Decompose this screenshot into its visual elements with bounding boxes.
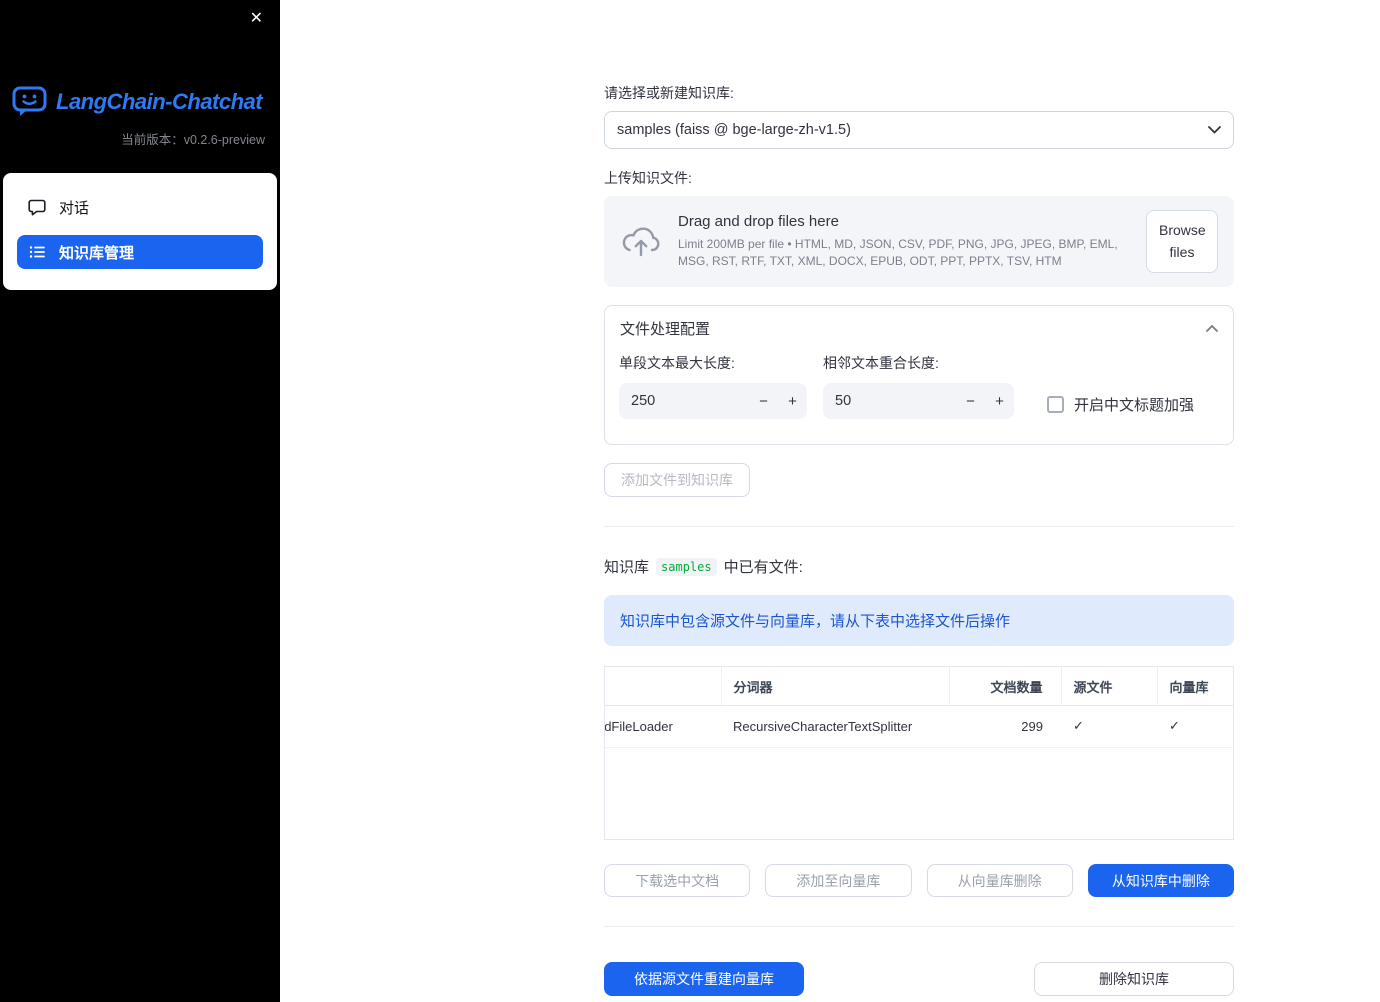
divider — [604, 526, 1234, 528]
sidebar-nav: 对话 知识库管理 — [3, 173, 277, 290]
info-alert: 知识库中包含源文件与向量库，请从下表中选择文件后操作 — [604, 595, 1234, 647]
chunk-overlap-label: 相邻文本重合长度: — [823, 355, 939, 372]
app-version-label: 当前版本：v0.2.6-preview — [121, 133, 265, 147]
chunk-overlap-value[interactable]: 50 — [823, 393, 956, 409]
download-selected-docs-button[interactable]: 下载选中文档 — [604, 864, 751, 898]
dropzone-title: Drag and drop files here — [678, 213, 839, 231]
chat-icon — [28, 198, 46, 216]
table-row[interactable]: UnstructuredFileLoader RecursiveCharacte… — [605, 705, 1233, 748]
upload-label: 上传知识文件: — [604, 170, 692, 186]
divider — [604, 926, 1234, 928]
cell-splitter[interactable]: RecursiveCharacterTextSplitter — [721, 705, 949, 748]
delete-from-vector-store-button[interactable]: 从向量库删除 — [926, 864, 1073, 898]
sidebar: ✕ LangChain-Chatchat 当前版本：v0.2.6-preview… — [0, 0, 280, 1002]
app-logo-text: LangChain-Chatchat — [56, 88, 263, 114]
delete-from-kb-button[interactable]: 从知识库中删除 — [1087, 864, 1234, 898]
file-config-expander: 文件处理配置 单段文本最大长度: 250 − + 相邻文本重合长度: 50 − … — [604, 305, 1234, 446]
delete-kb-column: 删除知识库 — [1034, 962, 1234, 997]
empty-column — [819, 962, 1019, 996]
kb-name-code: samples — [656, 557, 717, 576]
cell-doc-count[interactable]: 299 — [949, 705, 1061, 748]
zh-title-field: 开启中文标题加强 — [1047, 353, 1194, 422]
browse-files-button[interactable]: Browse files — [1146, 210, 1218, 274]
kb-selectbox[interactable]: samples (faiss @ bge-large-zh-v1.5) — [604, 111, 1234, 149]
add-files-to-kb-button[interactable]: 添加文件到知识库 — [604, 463, 750, 498]
zh-title-checkbox-label: 开启中文标题加强 — [1074, 396, 1195, 414]
kb-management-page: 请选择或新建知识库: samples (faiss @ bge-large-zh… — [604, 0, 1234, 997]
chunk-size-value[interactable]: 250 — [619, 393, 749, 409]
cell-loader[interactable]: UnstructuredFileLoader — [605, 705, 721, 748]
existing-files-suffix: 中已有文件: — [723, 559, 803, 577]
chevron-down-icon — [1208, 126, 1221, 134]
chunk-size-increment-button[interactable]: + — [778, 383, 807, 419]
dropzone-limit-text: Limit 200MB per file • HTML, MD, JSON, C… — [678, 237, 1118, 269]
rebuild-vector-store-button[interactable]: 依据源文件重建向量库 — [604, 962, 804, 997]
sidebar-close-icon[interactable]: ✕ — [245, 6, 268, 32]
sidebar-item-label: 对话 — [59, 199, 90, 217]
column-header-doc-count[interactable]: 文档数量 — [949, 667, 1062, 706]
file-dropzone[interactable]: Drag and drop files here Limit 200MB per… — [604, 196, 1234, 288]
sidebar-item-knowledge-base[interactable]: 知识库管理 — [17, 235, 263, 269]
chat-bubble-logo-icon — [12, 86, 48, 117]
main-area: 请选择或新建知识库: samples (faiss @ bge-large-zh… — [280, 0, 1380, 1002]
add-to-vector-store-button[interactable]: 添加至向量库 — [765, 864, 912, 898]
cell-source-file-check[interactable]: ✓ — [1061, 705, 1157, 748]
column-header-source-file[interactable]: 源文件 — [1061, 667, 1158, 706]
chunk-overlap-field: 相邻文本重合长度: 50 − + — [823, 353, 1014, 422]
chunk-size-label: 单段文本最大长度: — [619, 355, 735, 372]
file-action-buttons: 下载选中文档 添加至向量库 从向量库删除 从知识库中删除 — [604, 864, 1234, 898]
zh-title-checkbox[interactable] — [1047, 395, 1064, 413]
zh-title-checkbox-row[interactable]: 开启中文标题加强 — [1047, 386, 1194, 422]
column-header-loader[interactable]: 文档加载器 — [605, 667, 722, 706]
chunk-overlap-decrement-button[interactable]: − — [956, 383, 985, 419]
cell-vector-store-check[interactable]: ✓ — [1157, 705, 1233, 748]
chevron-up-icon — [1206, 325, 1218, 333]
kb-select-label: 请选择或新建知识库: — [604, 85, 734, 101]
cloud-upload-icon — [620, 227, 662, 257]
sidebar-item-label: 知识库管理 — [59, 244, 135, 262]
delete-kb-button[interactable]: 删除知识库 — [1034, 962, 1234, 997]
column-header-splitter[interactable]: 分词器 — [721, 667, 950, 706]
app-logo: LangChain-Chatchat — [0, 86, 280, 117]
chunk-size-field: 单段文本最大长度: 250 − + — [619, 353, 807, 422]
sidebar-item-dialogue[interactable]: 对话 — [17, 190, 263, 224]
chunk-overlap-stepper[interactable]: 50 − + — [823, 383, 1014, 420]
file-config-title: 文件处理配置 — [620, 321, 711, 339]
column-header-vector-store[interactable]: 向量库 — [1157, 667, 1233, 706]
file-config-body: 单段文本最大长度: 250 − + 相邻文本重合长度: 50 − + 开启中文标… — [605, 351, 1233, 444]
file-config-expander-header[interactable]: 文件处理配置 — [605, 306, 1233, 351]
chunk-size-stepper[interactable]: 250 − + — [619, 383, 807, 420]
kb-selectbox-value: samples (faiss @ bge-large-zh-v1.5) — [617, 122, 851, 138]
rebuild-column: 依据源文件重建向量库 — [604, 962, 804, 997]
chunk-overlap-increment-button[interactable]: + — [985, 383, 1014, 419]
files-table[interactable]: 文档加载器 分词器 文档数量 源文件 向量库 UnstructuredFileL… — [604, 666, 1234, 841]
existing-files-prefix: 知识库 — [604, 559, 650, 577]
existing-files-line: 知识库 samples 中已有文件: — [604, 556, 1234, 577]
dropzone-text: Drag and drop files here Limit 200MB per… — [678, 213, 1130, 270]
table-header-row: 文档加载器 分词器 文档数量 源文件 向量库 — [605, 667, 1233, 706]
list-icon — [28, 243, 46, 261]
chunk-size-decrement-button[interactable]: − — [749, 383, 778, 419]
kb-bottom-actions: 依据源文件重建向量库 删除知识库 — [604, 962, 1234, 997]
